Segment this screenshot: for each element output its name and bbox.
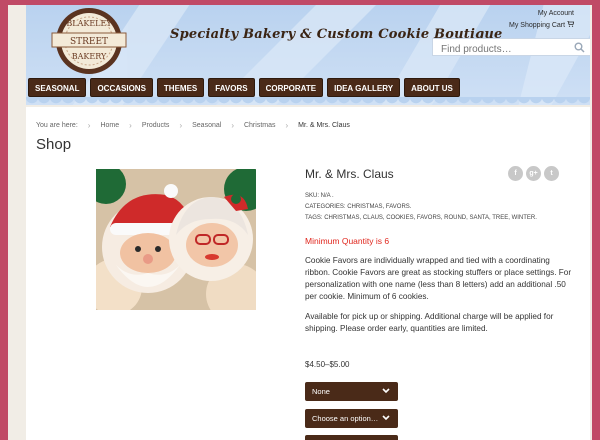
account-links: My Account My Shopping Cart [509, 8, 575, 32]
search-box [432, 38, 590, 58]
option-select-2[interactable]: Choose an option… [305, 409, 398, 428]
logo-text-2: STREET [70, 37, 108, 47]
search-input[interactable] [441, 41, 571, 58]
nav-about-us[interactable]: ABOUT US [404, 78, 460, 97]
nav-occasions[interactable]: OCCASIONS [90, 78, 153, 97]
breadcrumb-home[interactable]: Home [100, 122, 119, 129]
facebook-icon[interactable]: f [508, 166, 523, 181]
breadcrumb-current: Mr. & Mrs. Claus [298, 122, 350, 129]
description-paragraph-1: Cookie Favors are individually wrapped a… [305, 256, 572, 301]
header-scallop [26, 97, 590, 105]
page-title: Shop [36, 136, 72, 153]
option-select-2-label: Choose an option… [312, 414, 379, 423]
main-content: You are here: › Home › Products › Season… [26, 107, 590, 440]
minimum-quantity-notice: Minimum Quantity is 6 [305, 236, 390, 246]
nav-themes[interactable]: THEMES [156, 78, 205, 97]
chevron-right-icon: › [87, 121, 91, 130]
chevron-right-icon: › [285, 121, 289, 130]
shopping-cart-link[interactable]: My Shopping Cart [509, 20, 575, 32]
nav-favors[interactable]: FAVORS [208, 78, 255, 97]
product-price: $4.50–$5.00 [305, 360, 350, 369]
chevron-down-icon [382, 415, 390, 421]
product-title: Mr. & Mrs. Claus [305, 167, 394, 181]
option-select-3[interactable] [305, 435, 398, 440]
breadcrumb-christmas[interactable]: Christmas [244, 122, 276, 129]
breadcrumb-prefix: You are here: [36, 122, 78, 129]
product-image[interactable] [96, 169, 256, 310]
bakery-logo[interactable]: BLAKELEY STREET BAKERY [46, 7, 132, 75]
product-tags: TAGS: CHRISTMAS, CLAUS, COOKIES, FAVORS,… [305, 215, 537, 221]
option-select-1-label: None [312, 387, 330, 396]
cart-link-label: My Shopping Cart [509, 22, 566, 29]
page-frame: BLAKELEY STREET BAKERY Specialty Bakery … [8, 5, 592, 440]
google-plus-icon[interactable]: g+ [526, 166, 541, 181]
twitter-icon[interactable]: t [544, 166, 559, 181]
nav-seasonal[interactable]: SEASONAL [28, 78, 87, 97]
main-nav: SEASONAL OCCASIONS THEMES FAVORS CORPORA… [28, 78, 460, 97]
chevron-down-icon [382, 388, 390, 394]
chevron-right-icon: › [129, 121, 132, 130]
chevron-right-icon: › [231, 121, 234, 130]
product-meta: SKU: N/A . CATEGORIES: CHRISTMAS, FAVORS… [305, 191, 537, 224]
nav-corporate[interactable]: CORPORATE [258, 78, 324, 97]
breadcrumb-seasonal[interactable]: Seasonal [192, 122, 221, 129]
social-share: f g+ t [508, 166, 559, 181]
option-select-1[interactable]: None [305, 382, 398, 401]
description-paragraph-2: Available for pick up or shipping. Addit… [305, 312, 554, 333]
logo-text-1: BLAKELEY [66, 19, 112, 28]
logo-text-3: BAKERY [72, 52, 107, 61]
site-header: BLAKELEY STREET BAKERY Specialty Bakery … [26, 5, 590, 105]
chevron-right-icon: › [179, 121, 183, 130]
my-account-link[interactable]: My Account [509, 8, 574, 20]
search-icon[interactable] [574, 42, 585, 53]
nav-idea-gallery[interactable]: IDEA GALLERY [327, 78, 401, 97]
product-description: Cookie Favors are individually wrapped a… [305, 255, 575, 343]
cart-icon [567, 20, 575, 27]
breadcrumb: You are here: › Home › Products › Season… [36, 121, 350, 130]
product-categories: CATEGORIES: CHRISTMAS, FAVORS. [305, 204, 412, 210]
product-sku: SKU: N/A . [305, 193, 334, 199]
breadcrumb-products[interactable]: Products [142, 122, 170, 129]
